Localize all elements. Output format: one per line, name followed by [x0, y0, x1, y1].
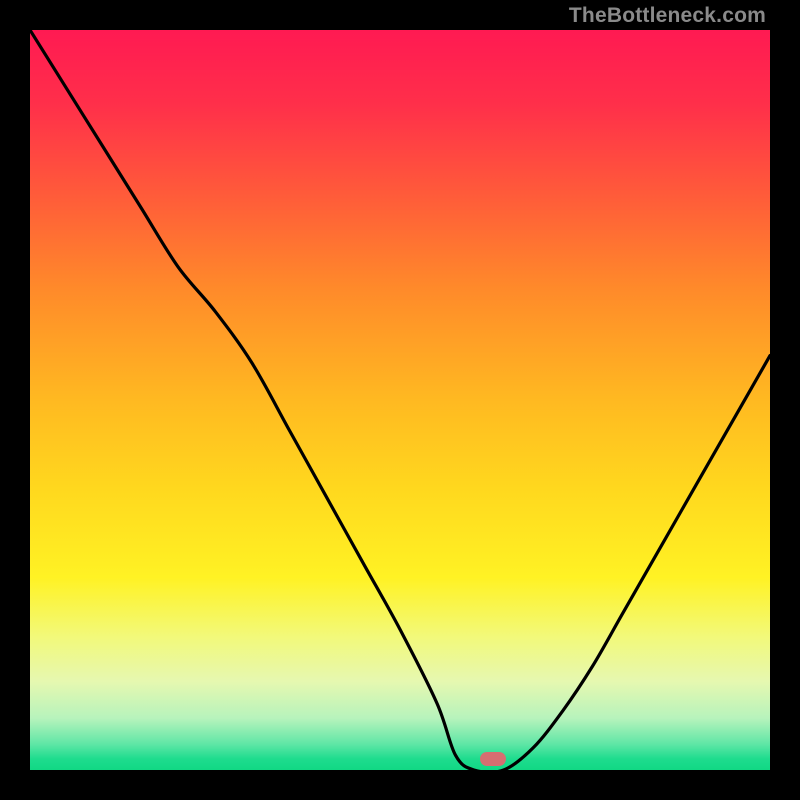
plot-area	[30, 30, 770, 770]
chart-frame: TheBottleneck.com	[0, 0, 800, 800]
bottleneck-curve	[30, 30, 770, 770]
minimum-marker	[480, 752, 506, 766]
watermark-label: TheBottleneck.com	[569, 4, 766, 28]
